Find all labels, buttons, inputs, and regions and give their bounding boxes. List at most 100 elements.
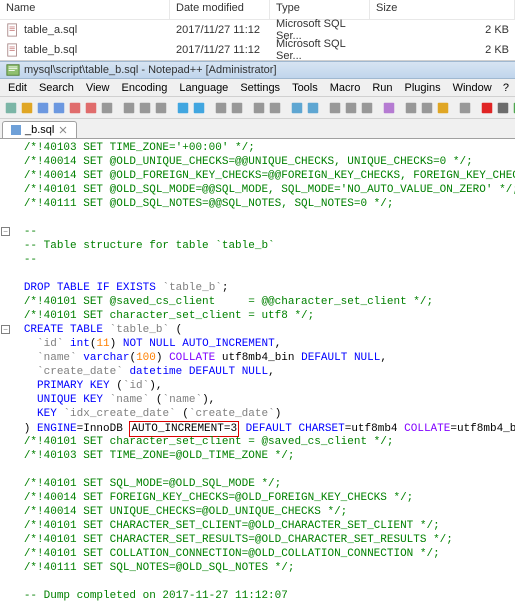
col-header-size[interactable]: Size	[370, 0, 515, 19]
menu-help[interactable]: ?	[499, 80, 513, 96]
menu-edit[interactable]: Edit	[2, 80, 33, 96]
editor-line[interactable]: PRIMARY KEY (`id`),	[4, 379, 511, 393]
file-name: table_a.sql	[24, 24, 77, 36]
editor[interactable]: /*!40103 SET TIME_ZONE='+00:00' */; /*!4…	[0, 139, 515, 605]
npp-title-text: mysql\script\table_b.sql - Notepad++ [Ad…	[24, 64, 277, 76]
editor-line[interactable]: /*!40101 SET CHARACTER_SET_CLIENT=@OLD_C…	[4, 519, 511, 533]
stop-icon[interactable]	[496, 100, 510, 116]
editor-line[interactable]: `name` varchar(100) COLLATE utf8mb4_bin …	[4, 351, 511, 365]
file-size: 2 KB	[370, 22, 515, 38]
print-icon[interactable]	[100, 100, 114, 116]
folder-icon[interactable]	[436, 100, 450, 116]
menu-encoding[interactable]: Encoding	[115, 80, 173, 96]
file-date: 2017/11/27 11:12	[170, 22, 270, 38]
editor-line[interactable]: /*!40101 SET @OLD_SQL_MODE=@@SQL_MODE, S…	[4, 183, 511, 197]
editor-line[interactable]: /*!40014 SET @OLD_FOREIGN_KEY_CHECKS=@@F…	[4, 169, 511, 183]
sync-h-icon[interactable]	[306, 100, 320, 116]
cut-icon[interactable]	[122, 100, 136, 116]
editor-line[interactable]: DROP TABLE IF EXISTS `table_b`;	[4, 281, 511, 295]
func-list-icon[interactable]	[420, 100, 434, 116]
lang-icon[interactable]	[382, 100, 396, 116]
editor-line[interactable]: /*!40014 SET UNIQUE_CHECKS=@OLD_UNIQUE_C…	[4, 505, 511, 519]
show-all-icon[interactable]	[344, 100, 358, 116]
monitor-icon[interactable]	[458, 100, 472, 116]
paste-icon[interactable]	[154, 100, 168, 116]
editor-line[interactable]: ) ENGINE=InnoDB AUTO_INCREMENT=3 DEFAULT…	[4, 421, 511, 435]
editor-line[interactable]: --	[4, 253, 511, 267]
find-icon[interactable]	[214, 100, 228, 116]
editor-line[interactable]: /*!40101 SET COLLATION_CONNECTION=@OLD_C…	[4, 547, 511, 561]
editor-line[interactable]: /*!40101 SET CHARACTER_SET_RESULTS=@OLD_…	[4, 533, 511, 547]
new-file-icon[interactable]	[4, 100, 18, 116]
col-header-date[interactable]: Date modified	[170, 0, 270, 19]
editor-line[interactable]	[4, 267, 511, 281]
fold-toggle-icon[interactable]: −	[1, 325, 10, 334]
sql-file-icon	[6, 43, 20, 57]
close-icon[interactable]	[68, 100, 82, 116]
menu-window[interactable]: Window	[447, 80, 498, 96]
undo-icon[interactable]	[176, 100, 190, 116]
fold-toggle-icon[interactable]: −	[1, 227, 10, 236]
editor-line[interactable]	[4, 575, 511, 589]
replace-icon[interactable]	[230, 100, 244, 116]
menu-settings[interactable]: Settings	[234, 80, 286, 96]
wrap-icon[interactable]	[328, 100, 342, 116]
file-type: Microsoft SQL Ser...	[270, 36, 370, 64]
menu-tools[interactable]: Tools	[286, 80, 324, 96]
editor-line[interactable]: --	[4, 225, 511, 239]
save-all-icon[interactable]	[52, 100, 66, 116]
editor-line[interactable]: `id` int(11) NOT NULL AUTO_INCREMENT,	[4, 337, 511, 351]
doc-map-icon[interactable]	[404, 100, 418, 116]
editor-line[interactable]: `create_date` datetime DEFAULT NULL,	[4, 365, 511, 379]
editor-line[interactable]: /*!40103 SET TIME_ZONE='+00:00' */;	[4, 141, 511, 155]
editor-line[interactable]: /*!40111 SET @OLD_SQL_NOTES=@@SQL_NOTES,…	[4, 197, 511, 211]
editor-line[interactable]: /*!40101 SET character_set_client = utf8…	[4, 309, 511, 323]
file-sql-icon	[11, 125, 21, 135]
editor-line[interactable]: UNIQUE KEY `name` (`name`),	[4, 393, 511, 407]
close-all-icon[interactable]	[84, 100, 98, 116]
editor-line[interactable]: /*!40101 SET @saved_cs_client = @@charac…	[4, 295, 511, 309]
sql-file-icon	[6, 23, 20, 37]
close-icon[interactable]	[58, 125, 68, 135]
zoom-out-icon[interactable]	[268, 100, 282, 116]
menu-run[interactable]: Run	[366, 80, 398, 96]
menu-search[interactable]: Search	[33, 80, 80, 96]
file-date: 2017/11/27 11:12	[170, 42, 270, 58]
editor-line[interactable]: /*!40014 SET @OLD_UNIQUE_CHECKS=@@UNIQUE…	[4, 155, 511, 169]
editor-line[interactable]: /*!40101 SET SQL_MODE=@OLD_SQL_MODE */;	[4, 477, 511, 491]
indent-guide-icon[interactable]	[360, 100, 374, 116]
editor-line[interactable]: -- Table structure for table `table_b`	[4, 239, 511, 253]
editor-line[interactable]: KEY `idx_create_date` (`create_date`)	[4, 407, 511, 421]
npp-titlebar: mysql\script\table_b.sql - Notepad++ [Ad…	[0, 61, 515, 79]
menu-language[interactable]: Language	[173, 80, 234, 96]
record-icon[interactable]	[480, 100, 494, 116]
tab-label: _b.sql	[25, 124, 54, 136]
editor-line[interactable]: /*!40111 SET SQL_NOTES=@OLD_SQL_NOTES */…	[4, 561, 511, 575]
menubar: EditSearchViewEncodingLanguageSettingsTo…	[0, 79, 515, 97]
redo-icon[interactable]	[192, 100, 206, 116]
file-row[interactable]: table_a.sql2017/11/27 11:12Microsoft SQL…	[0, 20, 515, 40]
editor-line[interactable]	[4, 211, 511, 225]
editor-line[interactable]: /*!40103 SET TIME_ZONE=@OLD_TIME_ZONE */…	[4, 449, 511, 463]
tab-active[interactable]: _b.sql	[2, 121, 77, 138]
explorer-header: Name Date modified Type Size	[0, 0, 515, 20]
menu-view[interactable]: View	[80, 80, 116, 96]
save-icon[interactable]	[36, 100, 50, 116]
editor-line[interactable]: CREATE TABLE `table_b` (	[4, 323, 511, 337]
sync-v-icon[interactable]	[290, 100, 304, 116]
npp-app-icon	[6, 63, 20, 77]
menu-macro[interactable]: Macro	[324, 80, 367, 96]
menu-plugins[interactable]: Plugins	[399, 80, 447, 96]
copy-icon[interactable]	[138, 100, 152, 116]
editor-line[interactable]: -- Dump completed on 2017-11-27 11:12:07	[4, 589, 511, 603]
open-file-icon[interactable]	[20, 100, 34, 116]
editor-line[interactable]	[4, 463, 511, 477]
col-header-name[interactable]: Name	[0, 0, 170, 19]
editor-wrap: /*!40103 SET TIME_ZONE='+00:00' */; /*!4…	[0, 139, 515, 605]
editor-line[interactable]: /*!40101 SET character_set_client = @sav…	[4, 435, 511, 449]
file-name: table_b.sql	[24, 44, 77, 56]
toolbar	[0, 97, 515, 119]
editor-line[interactable]: /*!40014 SET FOREIGN_KEY_CHECKS=@OLD_FOR…	[4, 491, 511, 505]
zoom-in-icon[interactable]	[252, 100, 266, 116]
file-row[interactable]: table_b.sql2017/11/27 11:12Microsoft SQL…	[0, 40, 515, 60]
